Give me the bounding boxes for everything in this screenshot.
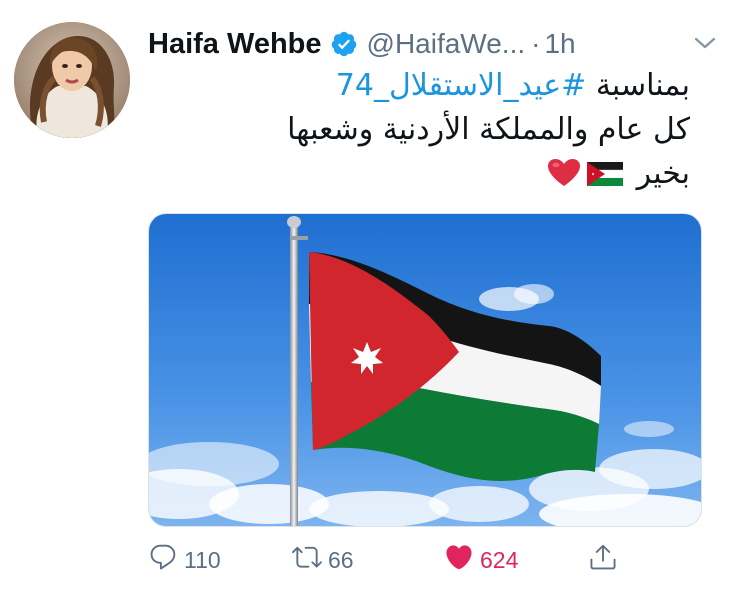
avatar[interactable] xyxy=(14,22,130,138)
tweet-text: بمناسبة #عيد_الاستقلال_74 كل عام والمملك… xyxy=(148,64,690,196)
text-prefix: بمناسبة xyxy=(586,68,690,103)
text-line-3-word: بخير xyxy=(636,156,690,191)
share-icon xyxy=(588,542,618,578)
jordan-flag-emoji-icon xyxy=(586,155,624,186)
jordan-flag-photo xyxy=(149,214,701,526)
like-count: 624 xyxy=(480,546,519,573)
reply-button[interactable]: 110 xyxy=(148,540,221,580)
tweet-media-image[interactable] xyxy=(148,213,702,527)
tweet-header: Haifa Wehbe @HaifaWe... · 1h xyxy=(148,22,718,66)
separator-dot: · xyxy=(531,28,541,59)
red-heart-emoji-icon xyxy=(547,157,581,187)
verified-badge-icon xyxy=(330,30,358,58)
tweet-text-line-2: كل عام والمملكة الأردنية وشعبها xyxy=(287,112,690,147)
author-name[interactable]: Haifa Wehbe xyxy=(148,28,322,61)
reply-bubble-icon xyxy=(148,542,178,578)
tweet-text-line-3: بخير xyxy=(148,152,690,196)
share-button[interactable] xyxy=(588,540,618,580)
hashtag-link[interactable]: #عيد_الاستقلال_74 xyxy=(336,68,587,103)
retweet-button[interactable]: 66 xyxy=(292,540,354,580)
reply-count: 110 xyxy=(184,546,221,573)
avatar-photo xyxy=(14,22,130,138)
heart-icon xyxy=(444,542,474,578)
tweet-text-line-1: بمناسبة #عيد_الاستقلال_74 xyxy=(148,64,690,108)
tweet-actions: 110 66 624 xyxy=(148,540,628,580)
like-button[interactable]: 624 xyxy=(444,540,518,580)
author-handle[interactable]: @HaifaWe... xyxy=(367,28,526,60)
retweet-count: 66 xyxy=(328,546,354,573)
retweet-icon xyxy=(292,542,322,578)
tweet-timestamp[interactable]: 1h xyxy=(544,28,575,60)
chevron-down-icon[interactable] xyxy=(692,32,718,54)
